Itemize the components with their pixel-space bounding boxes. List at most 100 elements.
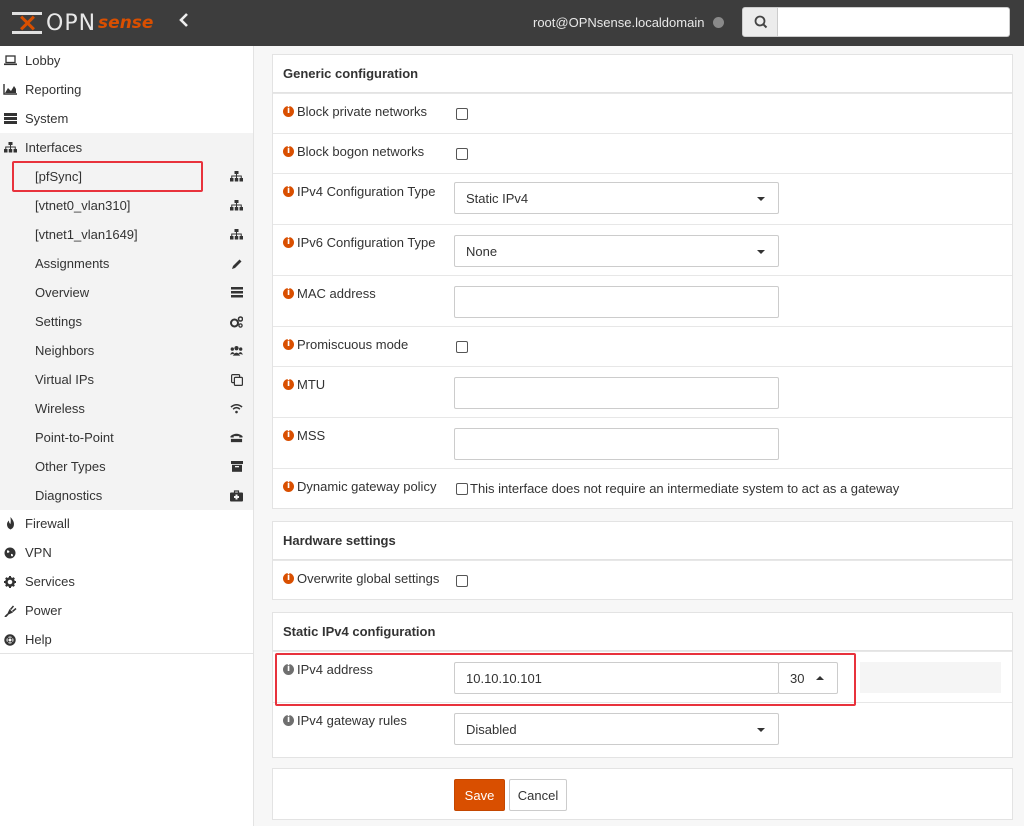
select-value: Static IPv4	[466, 190, 529, 206]
info-icon[interactable]: i	[283, 146, 294, 157]
sitemap-icon	[3, 142, 17, 153]
info-icon[interactable]: i	[283, 237, 294, 248]
sidebar-subitem-neighbors[interactable]: Neighbors	[0, 336, 253, 365]
sidebar-subitem-other-types[interactable]: Other Types	[0, 452, 253, 481]
block-private-checkbox[interactable]	[456, 108, 468, 120]
sidebar-item-interfaces[interactable]: Interfaces	[0, 133, 253, 162]
sidebar-item-firewall[interactable]: Firewall	[0, 509, 253, 538]
sidebar-item-services[interactable]: Services	[0, 567, 253, 596]
ipv4-gateway-rules-select[interactable]: Disabled	[454, 713, 779, 745]
info-icon[interactable]: i	[283, 379, 294, 390]
sidebar-subitem-wireless[interactable]: Wireless	[0, 394, 253, 423]
sidebar-subitem-label: Overview	[35, 285, 90, 300]
sidebar-subitem-vtnet1-vlan1649[interactable]: [vtnet1_vlan1649]	[0, 220, 253, 249]
sidebar-subitem-overview[interactable]: Overview	[0, 278, 253, 307]
sidebar-subitem-assignments[interactable]: Assignments	[0, 249, 253, 278]
ipv4-type-select[interactable]: Static IPv4	[454, 182, 779, 214]
actions-panel: Save Cancel	[272, 768, 1013, 820]
annotation-highlight-pfsync	[12, 161, 203, 192]
sidebar-item-system[interactable]: System	[0, 104, 253, 133]
sidebar-subitem-settings[interactable]: Settings	[0, 307, 253, 336]
caret-down-icon	[757, 197, 765, 201]
wifi-icon	[230, 402, 243, 415]
row-ipv4-gateway-rules: i IPv4 gateway rules Disabled	[273, 702, 1012, 753]
row-mtu: i MTU	[273, 366, 1012, 417]
top-navbar: OPN sense root@OPNsense.localdomain	[0, 0, 1024, 46]
server-icon	[3, 113, 17, 124]
sidebar-subitem-virtual-ips[interactable]: Virtual IPs	[0, 365, 253, 394]
field-label: Dynamic gateway policy	[297, 479, 437, 494]
sidebar-item-lobby[interactable]: Lobby	[0, 46, 253, 75]
promiscuous-checkbox[interactable]	[456, 341, 468, 353]
search-icon	[754, 15, 768, 29]
clone-icon	[230, 373, 243, 386]
row-mac-address: i MAC address	[273, 275, 1012, 326]
info-icon[interactable]: i	[283, 573, 294, 584]
mss-input[interactable]	[454, 428, 779, 460]
medkit-icon	[230, 489, 243, 502]
cogs-icon	[230, 315, 243, 328]
search-button[interactable]	[742, 7, 778, 37]
info-icon[interactable]: i	[283, 339, 294, 350]
sidebar-item-vpn[interactable]: VPN	[0, 538, 253, 567]
cancel-button[interactable]: Cancel	[509, 779, 567, 811]
save-button[interactable]: Save	[454, 779, 505, 811]
sidebar-item-label: VPN	[25, 545, 52, 560]
field-label: IPv4 Configuration Type	[297, 184, 436, 199]
collapse-sidebar-button[interactable]	[174, 12, 194, 34]
block-bogon-checkbox[interactable]	[456, 148, 468, 160]
info-icon[interactable]: i	[283, 715, 294, 726]
opnsense-logo[interactable]: OPN sense	[12, 7, 153, 39]
panel-title: Generic configuration	[273, 55, 1012, 93]
globe-icon	[3, 547, 17, 559]
sidebar-subitem-label: Assignments	[35, 256, 110, 271]
row-block-bogon: i Block bogon networks	[273, 133, 1012, 173]
mac-address-input[interactable]	[454, 286, 779, 318]
area-chart-icon	[3, 84, 17, 95]
logo-text: OPN	[46, 10, 97, 36]
sidebar-item-power[interactable]: Power	[0, 596, 253, 625]
sidebar-item-label: Lobby	[25, 53, 61, 68]
life-ring-icon	[3, 633, 17, 646]
status-indicator-icon[interactable]	[713, 17, 724, 28]
sidebar-subitem-point-to-point[interactable]: Point-to-Point	[0, 423, 253, 452]
field-label: MAC address	[297, 286, 376, 301]
select-value: None	[466, 243, 498, 259]
overwrite-global-checkbox[interactable]	[456, 575, 468, 587]
dynamic-gateway-checkbox[interactable]	[456, 483, 468, 495]
info-icon[interactable]: i	[283, 106, 294, 117]
sidebar-item-reporting[interactable]: Reporting	[0, 75, 253, 104]
users-icon	[230, 344, 243, 357]
user-menu[interactable]: root@OPNsense.localdomain	[533, 15, 704, 30]
field-label: MTU	[297, 377, 326, 392]
search-input[interactable]	[778, 7, 1010, 37]
info-icon[interactable]: i	[283, 288, 294, 299]
hardware-settings-panel: Hardware settings i Overwrite global sett…	[272, 521, 1013, 600]
info-icon[interactable]: i	[283, 430, 294, 441]
info-icon[interactable]: i	[283, 186, 294, 197]
fire-icon	[3, 517, 17, 530]
sidebar-subitem-label: Virtual IPs	[35, 372, 95, 387]
field-label: Overwrite global settings	[297, 571, 440, 586]
chevron-left-icon	[179, 13, 188, 27]
cog-icon	[3, 575, 17, 588]
ipv4-address-row-help-area	[860, 662, 1001, 693]
sidebar-subitem-label: Settings	[35, 314, 82, 329]
sidebar-subitem-label: [vtnet1_vlan1649]	[35, 227, 138, 242]
ipv6-type-select[interactable]: None	[454, 235, 779, 267]
pencil-icon	[230, 257, 243, 270]
sidebar-item-help[interactable]: Help	[0, 625, 253, 654]
mtu-input[interactable]	[454, 377, 779, 409]
info-icon[interactable]: i	[283, 481, 294, 492]
panel-title: Static IPv4 configuration	[273, 613, 1012, 651]
sidebar-divider	[0, 653, 253, 654]
sidebar-subitem-diagnostics[interactable]: Diagnostics	[0, 481, 253, 510]
sidebar-subitem-label: [vtnet0_vlan310]	[35, 198, 131, 213]
field-label: Promiscuous mode	[297, 337, 409, 352]
laptop-icon	[3, 55, 17, 66]
sitemap-icon	[230, 199, 243, 212]
sidebar-subitem-vtnet0-vlan310[interactable]: [vtnet0_vlan310]	[0, 191, 253, 220]
annotation-highlight-ipv4-address	[275, 653, 856, 706]
sidebar-subitem-label: Other Types	[35, 459, 106, 474]
field-label: Block private networks	[297, 104, 428, 119]
